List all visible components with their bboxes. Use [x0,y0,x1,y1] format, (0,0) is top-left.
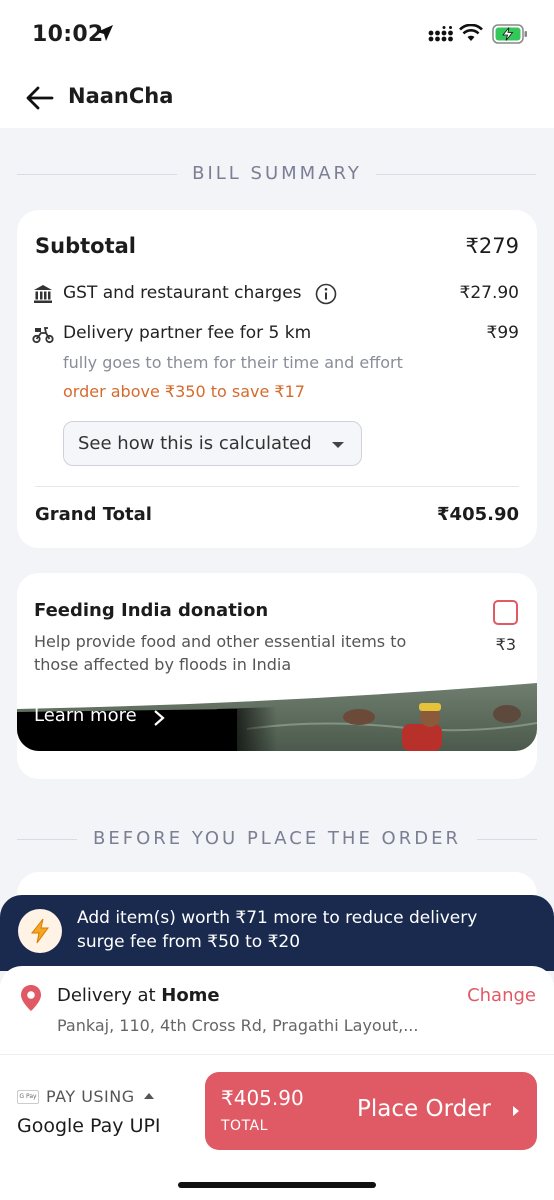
donation-title: Feeding India donation [34,600,269,621]
payment-method[interactable]: Google Pay UPI [17,1115,161,1137]
bill-summary-heading: BILL SUMMARY [0,163,554,184]
change-address-button[interactable]: Change [467,985,536,1006]
donation-description-line1: Help provide food and other essential it… [34,632,407,651]
before-order-heading: BEFORE YOU PLACE THE ORDER [0,828,554,849]
google-pay-badge: G Pay [17,1090,39,1104]
delivery-fee-label: Delivery partner fee for 5 km [63,323,312,343]
before-order-title: BEFORE YOU PLACE THE ORDER [93,828,461,849]
order-total-amount: ₹405.90 [221,1086,304,1110]
grand-total-value: ₹405.90 [437,504,519,525]
bill-summary-card: Subtotal ₹279 GST and restaurant charges… [17,210,537,548]
bill-summary-title: BILL SUMMARY [192,163,362,184]
delivery-offer-text: order above ₹350 to save ₹17 [63,382,305,401]
app-header: NaanCha [0,70,554,128]
pay-using-label[interactable]: PAY USING [46,1087,135,1106]
order-total-label: TOTAL [221,1118,268,1134]
delivery-place: Home [161,985,220,1006]
subtotal-value: ₹279 [465,234,519,258]
gst-value: ₹27.90 [459,283,519,303]
delivery-fee-value: ₹99 [486,323,519,343]
donation-description-line2: those affected by floods in India [34,655,292,674]
scooter-icon [32,327,54,344]
home-indicator [178,1182,376,1188]
status-bar: 10:02 [0,0,554,70]
delivery-location-line: Delivery at Home [57,985,220,1006]
see-calculation-label: See how this is calculated [78,433,312,454]
donation-banner[interactable]: Learn more [17,679,537,751]
location-pin-icon [21,985,41,1011]
google-pay-badge-text: G Pay [19,1093,37,1100]
see-calculation-button[interactable]: See how this is calculated [63,421,362,466]
caret-up-icon[interactable] [144,1093,154,1099]
restaurant-title: NaanCha [68,84,174,108]
divider [35,486,519,487]
location-arrow-icon [97,25,113,41]
donation-checkbox[interactable] [493,600,518,625]
learn-more-link[interactable]: Learn more [34,705,137,726]
lightning-badge [18,909,62,953]
place-order-button[interactable]: ₹405.90 TOTAL Place Order [205,1072,537,1150]
chevron-right-icon [513,1106,519,1116]
surge-text-line1: Add item(s) worth ₹71 more to reduce del… [77,908,478,928]
lightning-icon [30,918,49,944]
status-time: 10:02 [32,22,104,47]
delivery-prefix: Delivery at [57,985,162,1006]
cellular-signal-icon [428,26,453,42]
chevron-right-icon [154,710,165,726]
back-arrow-icon[interactable] [24,82,56,114]
bank-icon [34,285,52,303]
donation-card: Feeding India donation Help provide food… [17,573,537,779]
delivery-address: Pankaj, 110, 4th Cross Rd, Pragathi Layo… [57,1016,419,1035]
checkout-sheet: Delivery at Home Change Pankaj, 110, 4th… [0,966,554,1200]
delivery-fee-note: fully goes to them for their time and ef… [63,353,403,372]
surge-fee-banner: Add item(s) worth ₹71 more to reduce del… [0,895,554,971]
battery-charging-icon [492,24,527,44]
donation-amount: ₹3 [495,635,516,654]
surge-text-line2: surge fee from ₹50 to ₹20 [77,932,301,952]
caret-down-icon [332,442,344,448]
grand-total-label: Grand Total [35,504,152,525]
info-icon[interactable] [315,283,337,305]
subtotal-label: Subtotal [35,234,136,258]
place-order-label: Place Order [357,1096,491,1122]
wifi-icon [459,24,483,41]
gst-label: GST and restaurant charges [63,283,302,303]
